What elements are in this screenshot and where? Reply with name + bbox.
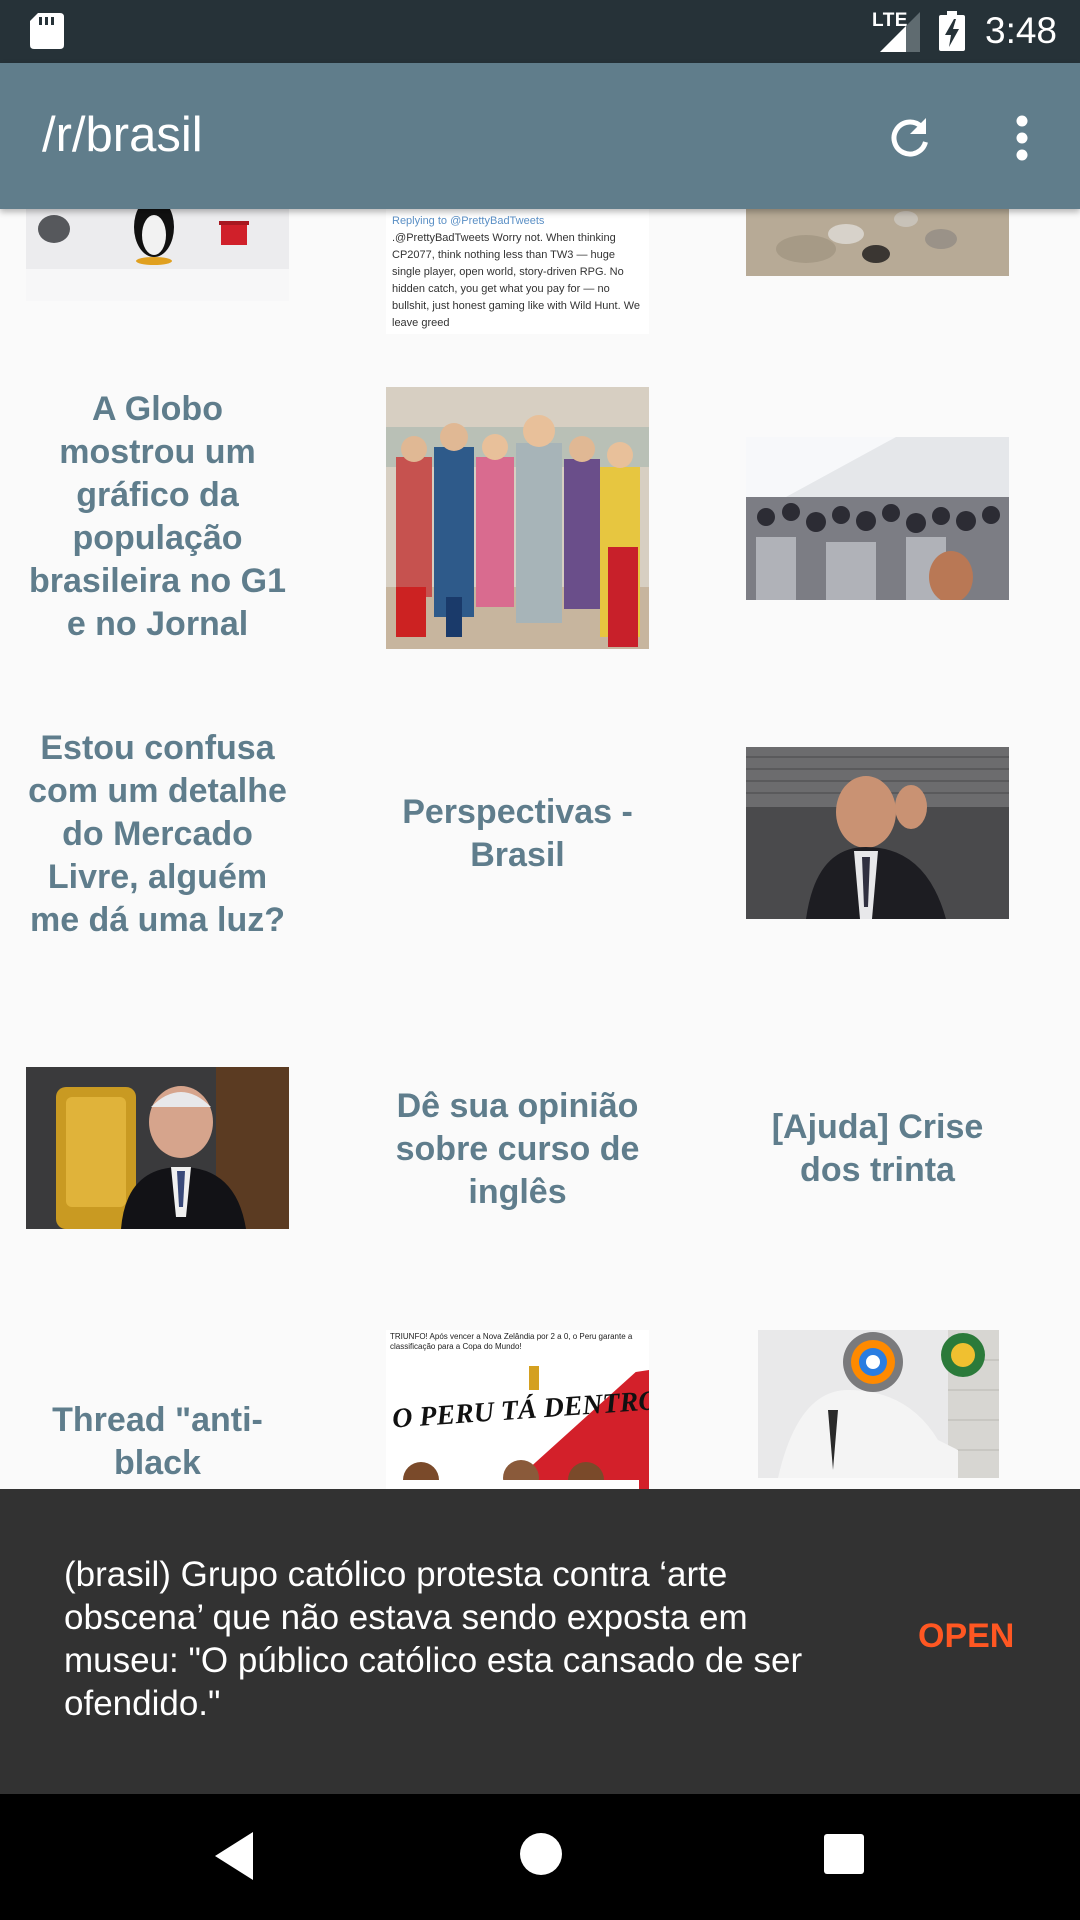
post-title: Thread "anti-black <box>52 1401 263 1482</box>
post-item[interactable]: A Globo mostrou um gráfico da população … <box>26 387 289 647</box>
propaganda-poster-image <box>386 387 649 649</box>
post-thumbnail-penguin[interactable] <box>26 209 289 301</box>
post-thumbnail-man-phone[interactable] <box>746 747 1009 919</box>
stones-image <box>746 209 1009 276</box>
post-thumbnail-peru[interactable]: TRIUNFO! Após vencer a Nova Zelândia por… <box>386 1330 649 1489</box>
back-icon[interactable] <box>213 1830 257 1882</box>
man-on-phone-image <box>746 747 1009 919</box>
more-vert-icon <box>1016 115 1028 161</box>
post-item[interactable]: Estou confusa com um detalhe do Mercado … <box>26 699 289 969</box>
post-thumbnail-poster[interactable] <box>386 387 649 649</box>
post-item[interactable]: Perspectivas - Brasil <box>386 749 649 919</box>
snackbar: (brasil) Grupo católico protesta contra … <box>0 1489 1080 1794</box>
post-title: Dê sua opinião sobre curso de inglês <box>395 1086 640 1211</box>
post-title: [Ajuda] Crise dos trinta <box>771 1108 984 1189</box>
clock: 3:48 <box>985 10 1058 51</box>
tweet-reply-line: Replying to @PrettyBadTweets <box>392 215 545 227</box>
post-title: Estou confusa com um detalhe do Mercado … <box>28 728 287 939</box>
globo-meme-image <box>758 1330 999 1478</box>
post-item[interactable]: Thread "anti-black <box>26 1399 289 1489</box>
snackbar-open-button[interactable]: OPEN <box>918 1617 1014 1656</box>
post-thumbnail-stones[interactable] <box>746 209 1009 276</box>
refresh-button[interactable] <box>880 108 940 168</box>
post-grid: Replying to @PrettyBadTweets .@PrettyBad… <box>0 209 1080 1489</box>
refresh-icon <box>891 118 928 157</box>
battery-charging-icon <box>939 11 965 51</box>
sd-card-icon <box>30 13 64 49</box>
post-thumbnail-tweet[interactable]: Replying to @PrettyBadTweets .@PrettyBad… <box>386 209 649 334</box>
tweet-body: .@PrettyBadTweets Worry not. When thinki… <box>392 232 641 329</box>
post-thumbnail-globo[interactable] <box>758 1330 999 1478</box>
app-bar: /r/brasil <box>0 63 1080 209</box>
post-item[interactable]: Dê sua opinião sobre curso de inglês <box>386 1059 649 1239</box>
post-thumbnail-crowd[interactable] <box>746 437 1009 600</box>
recents-icon[interactable] <box>823 1833 865 1875</box>
subreddit-title: /r/brasil <box>42 108 203 162</box>
status-bar: LTE 3:48 <box>0 0 1080 63</box>
post-title: Perspectivas - Brasil <box>402 793 633 874</box>
snackbar-message: (brasil) Grupo católico protesta contra … <box>64 1555 803 1723</box>
post-thumbnail-judge[interactable] <box>26 1067 289 1229</box>
penguin-image <box>26 209 289 301</box>
judge-image <box>26 1067 289 1229</box>
signal-icon <box>880 12 920 52</box>
crowd-image <box>746 437 1009 600</box>
home-icon[interactable] <box>519 1832 563 1876</box>
post-title: A Globo mostrou um gráfico da população … <box>29 390 286 643</box>
overflow-menu-button[interactable] <box>1000 108 1044 168</box>
post-item[interactable]: [Ajuda] Crise dos trinta <box>746 1079 1009 1219</box>
navigation-bar <box>0 1794 1080 1920</box>
